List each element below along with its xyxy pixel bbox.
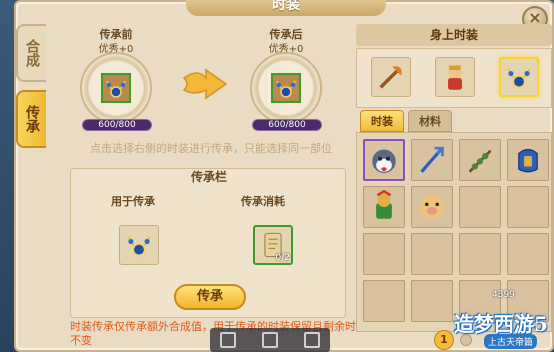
necklace-icon (507, 68, 531, 89)
inherit-button[interactable]: 传承 (174, 284, 246, 310)
worn-fashion-header: 身上时装 (356, 24, 552, 46)
inherit-item-slot[interactable] (119, 225, 159, 265)
wardrobe-tabs: 时装 材料 (356, 110, 552, 132)
selection-hint: 点击选择右侧的时装进行传承，只能选择同一部位 (90, 142, 332, 155)
target-progress-text: 600/800 (268, 120, 306, 130)
necklace-icon (106, 80, 126, 98)
pig-costume-icon (420, 195, 444, 219)
inherit-panel: 传承前 优秀+0 600/800 传承后 优秀+0 600/800 点击选择右侧… (70, 18, 367, 348)
feather-staff-icon (379, 66, 402, 89)
game-logo: 4399 造梦西游5 上古天帝篇 (448, 286, 552, 349)
logo-subtitle: 上古天帝篇 (484, 334, 538, 349)
use-for-inherit-label: 用于传承 (111, 195, 155, 208)
source-progress-bar: 600/800 (82, 119, 152, 131)
inventory-slot[interactable] (507, 233, 549, 275)
toolbar-middle-icon[interactable] (262, 332, 278, 348)
inherit-bar-title: 传承栏 (190, 170, 227, 184)
logo-number: 4399 (492, 290, 515, 300)
cost-count: 0/2 (275, 253, 290, 263)
inventory-slot[interactable] (411, 233, 453, 275)
inventory-slot[interactable] (459, 139, 501, 181)
inventory-slot[interactable] (411, 280, 453, 322)
inventory-slot[interactable] (411, 139, 453, 181)
toolbar-left-icon[interactable] (220, 332, 236, 348)
monk-costume-icon (448, 65, 462, 90)
cost-item-slot[interactable]: 0/2 (253, 225, 293, 265)
inventory-slot[interactable] (363, 186, 405, 228)
necklace-icon (127, 236, 151, 257)
inventory-slot[interactable] (363, 139, 405, 181)
worn-fashion-row (356, 48, 552, 108)
bead-staff-icon (468, 149, 492, 173)
worn-slot-weapon[interactable] (371, 57, 411, 97)
tab-fashion[interactable]: 时装 (360, 110, 404, 132)
worn-slot-necklace[interactable] (499, 57, 539, 97)
system-toolbar (210, 328, 330, 352)
toolbar-right-icon[interactable] (304, 332, 320, 348)
armor-icon (518, 148, 538, 173)
source-item-slot[interactable] (101, 73, 131, 103)
window-title: 时装 (186, 0, 386, 16)
inventory-slot[interactable] (363, 233, 405, 275)
inventory-slot[interactable] (507, 186, 549, 228)
target-item-slot[interactable] (271, 73, 301, 103)
necklace-icon (276, 80, 296, 98)
tab-materials[interactable]: 材料 (408, 110, 452, 132)
source-progress-text: 600/800 (98, 120, 136, 130)
inventory-slot[interactable] (459, 186, 501, 228)
trident-icon (420, 146, 444, 173)
warrior-costume-icon (376, 190, 392, 219)
inherit-cost-label: 传承消耗 (241, 195, 285, 208)
inventory-slot[interactable] (363, 280, 405, 322)
target-progress-bar: 600/800 (252, 119, 322, 131)
tab-inherit[interactable]: 传承 (16, 90, 46, 148)
arrow-right-icon (182, 68, 228, 100)
inventory-slot[interactable] (507, 139, 549, 181)
worn-slot-costume[interactable] (435, 57, 475, 97)
tab-synthesis[interactable]: 合成 (16, 24, 46, 82)
inventory-slot[interactable] (411, 186, 453, 228)
husky-hat-icon (372, 149, 396, 174)
inventory-slot[interactable] (459, 233, 501, 275)
logo-title: 造梦西游5 (454, 312, 548, 336)
